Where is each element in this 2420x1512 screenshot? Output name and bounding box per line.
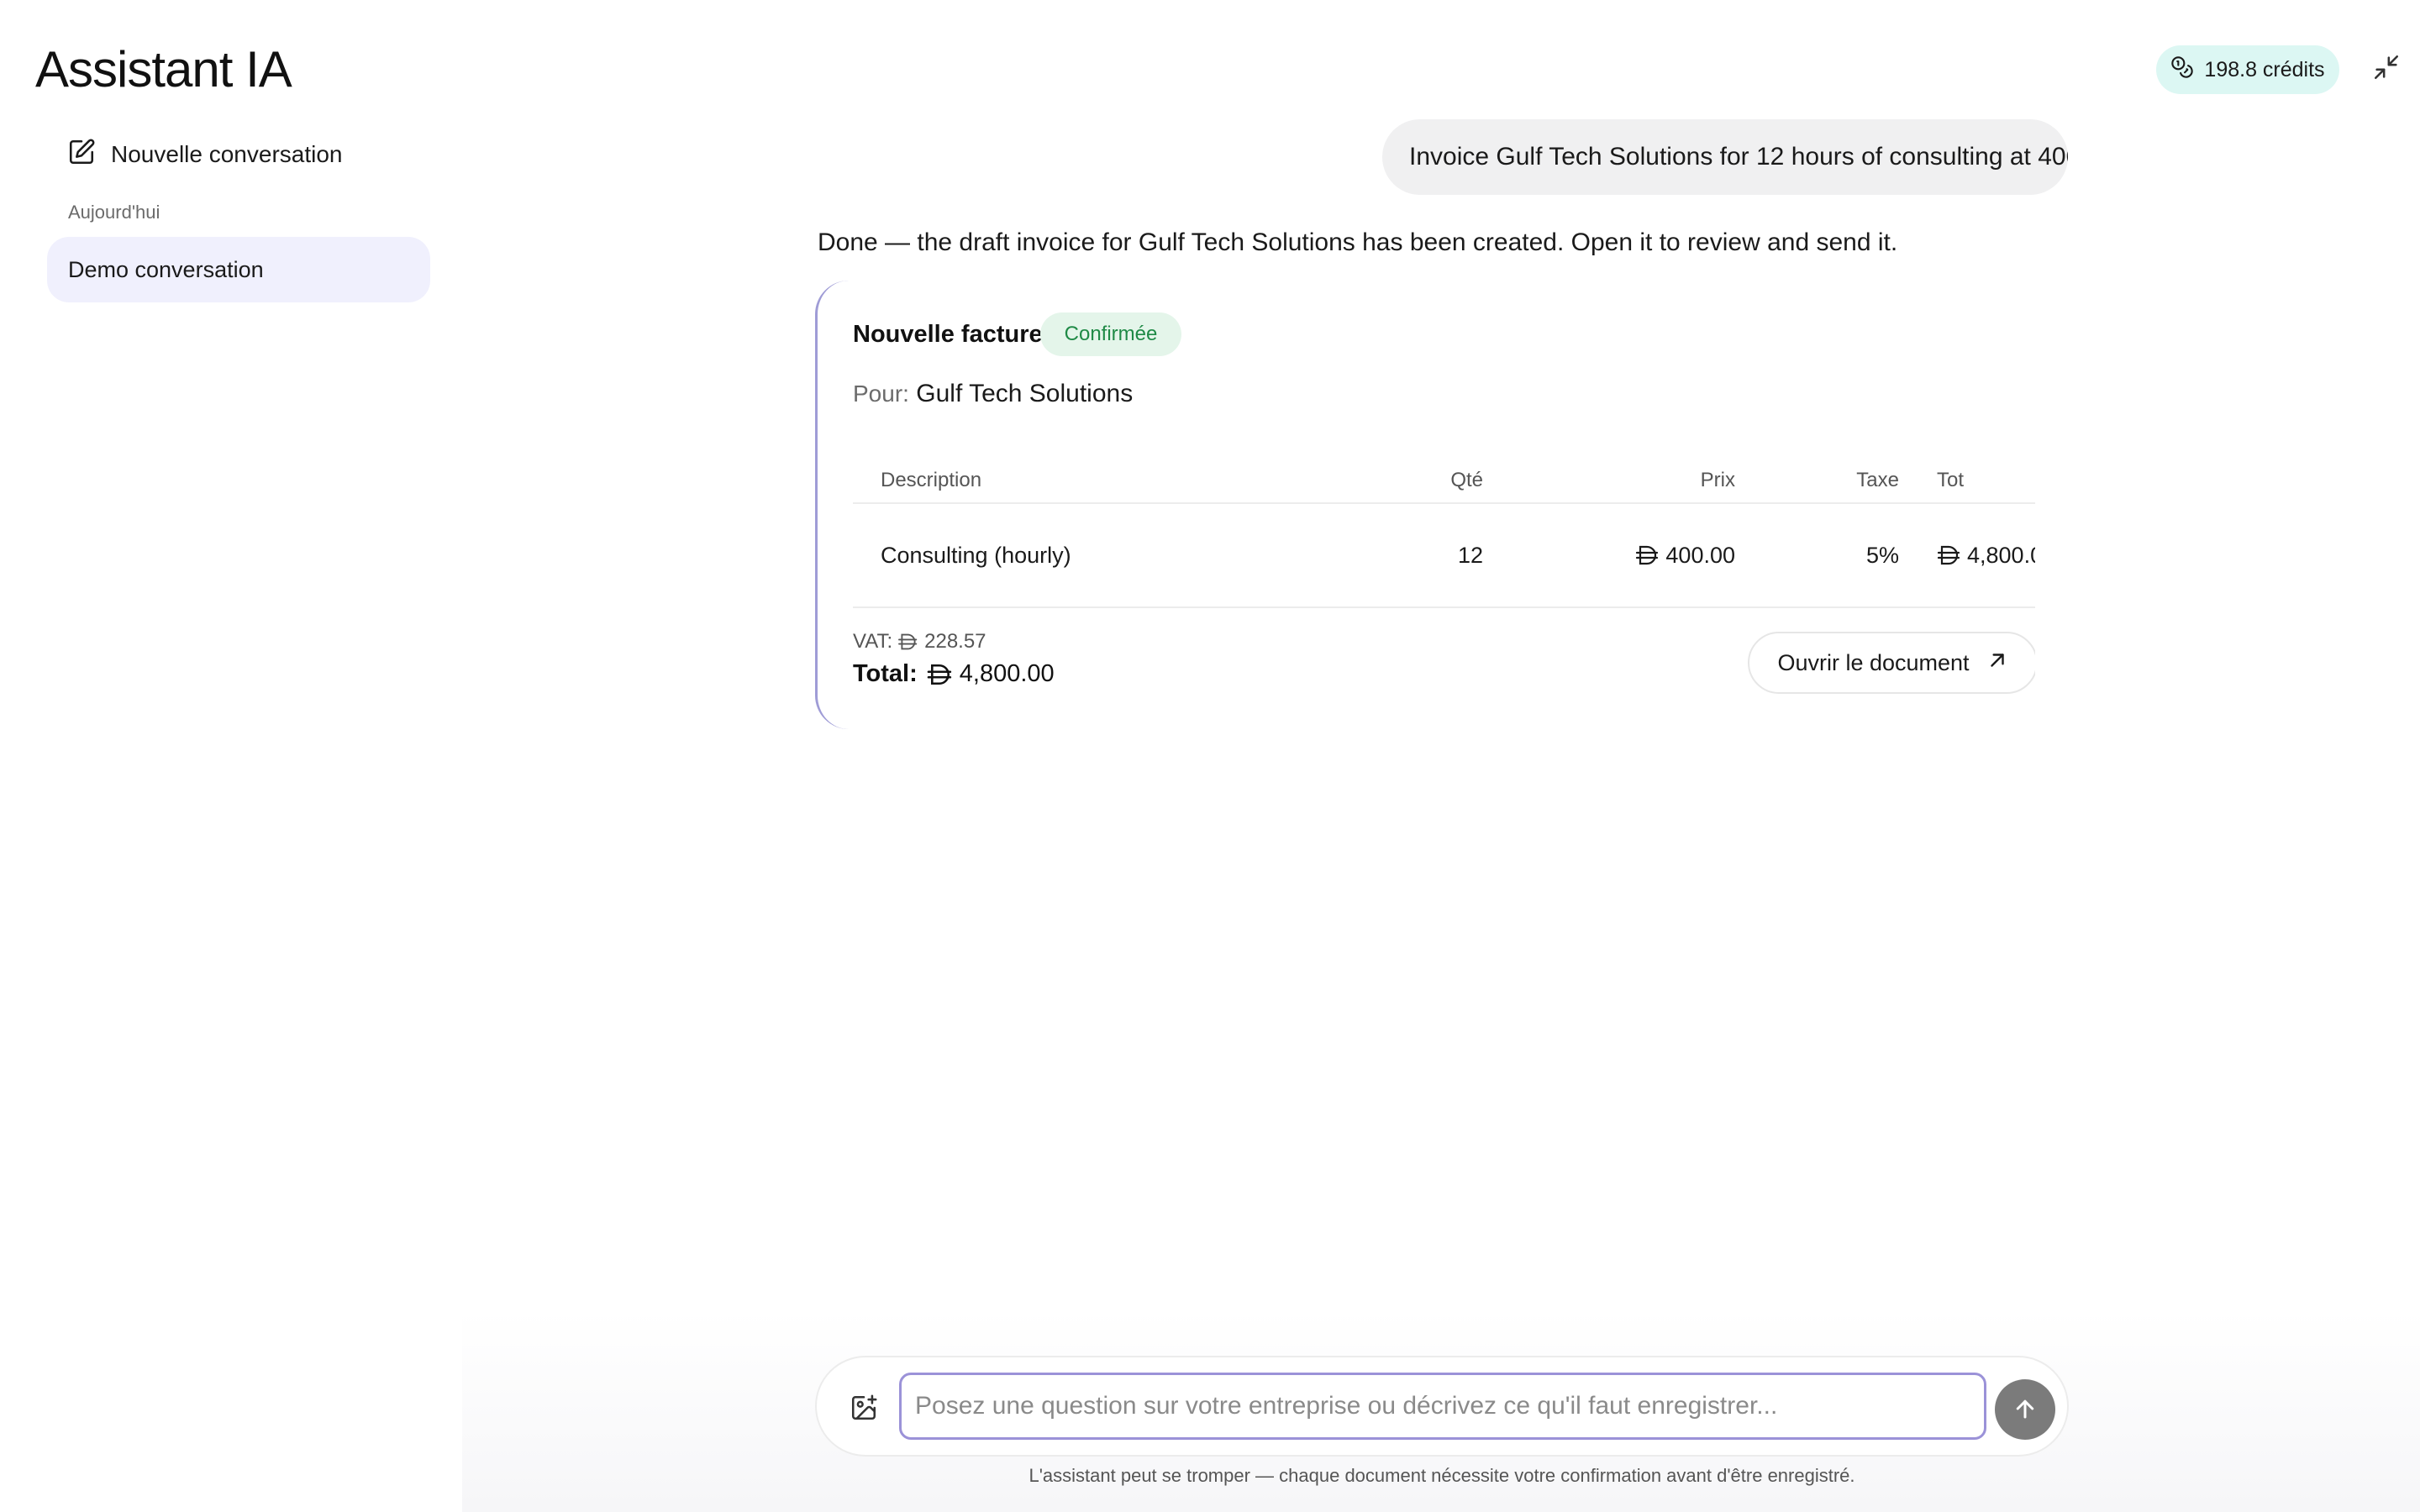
client-name: Gulf Tech Solutions: [916, 380, 1134, 407]
total-line: Total: 4,800.00: [853, 660, 1055, 688]
invoice-client-line: Pour: Gulf Tech Solutions: [853, 380, 1133, 408]
credits-badge[interactable]: 198.8 crédits: [2156, 45, 2339, 94]
vat-label: VAT:: [853, 630, 893, 653]
new-conversation-button[interactable]: Nouvelle conversation: [67, 134, 343, 175]
column-header-total: Tot: [1937, 469, 1965, 491]
dirham-icon: [1937, 544, 1962, 566]
row-price: 400.00: [1525, 504, 1735, 606]
row-tax: 5%: [1865, 542, 1899, 568]
status-badge: Confirmée: [1040, 312, 1181, 356]
image-plus-icon: [850, 1394, 878, 1426]
total-label: Total:: [853, 660, 918, 687]
column-header-description: Description: [881, 469, 982, 491]
message-input[interactable]: [899, 1373, 1986, 1440]
disclaimer: L'assistant peut se tromper — chaque doc…: [1028, 1465, 1855, 1486]
open-document-label: Ouvrir le document: [1777, 649, 1970, 675]
edit-icon: [67, 138, 96, 172]
total-amount: 4,800.00: [921, 660, 1055, 688]
attach-image-button[interactable]: [847, 1393, 881, 1426]
user-message-text: Invoice Gulf Tech Solutions for 12 hours…: [1409, 143, 2068, 171]
sidebar-item-demo-conversation[interactable]: Demo conversation: [47, 237, 430, 302]
row-total: 4,800.0: [1937, 504, 2035, 606]
sidebar-section-today: Aujourd'hui: [68, 202, 160, 223]
row-description: Consulting (hourly): [881, 542, 1071, 568]
column-header-tax: Taxe: [1856, 469, 1899, 491]
assistant-message: Done — the draft invoice for Gulf Tech S…: [818, 228, 1898, 256]
minimize-icon: [2372, 53, 2401, 86]
collapse-button[interactable]: [2370, 52, 2403, 86]
vat-value: 228.57: [924, 630, 986, 653]
app-title: Assistant IA: [35, 41, 292, 97]
column-header-price: Prix: [1700, 469, 1735, 491]
sidebar-item-label: Demo conversation: [68, 256, 264, 282]
row-price-value: 400.00: [1665, 542, 1735, 568]
send-button[interactable]: [1995, 1379, 2055, 1440]
open-document-button[interactable]: Ouvrir le document: [1748, 632, 2035, 694]
dirham-icon: [1635, 544, 1660, 566]
new-conversation-label: Nouvelle conversation: [111, 141, 343, 167]
table-row: Consulting (hourly) 12 400.00 5% 4,800.0: [853, 504, 2035, 608]
vat-line: VAT: 228.57: [853, 630, 986, 654]
arrow-up-right-icon: [1986, 649, 2008, 677]
row-qty: 12: [1457, 542, 1483, 568]
row-total-value: 4,800.0: [1967, 542, 2035, 568]
for-label: Pour:: [853, 381, 909, 407]
dirham-icon: [926, 663, 955, 686]
credits-label: 198.8 crédits: [2204, 57, 2325, 81]
column-header-qty: Qté: [1450, 469, 1483, 491]
table-header: Description Qté Prix Taxe Tot: [853, 457, 2035, 504]
arrow-up-icon: [2012, 1396, 2038, 1424]
invoice-card: Nouvelle facture Confirmée Pour: Gulf Te…: [815, 281, 2035, 729]
total-value: 4,800.00: [959, 660, 1055, 687]
composer: [815, 1356, 2069, 1457]
invoice-title: Nouvelle facture: [853, 321, 1043, 348]
user-message: Invoice Gulf Tech Solutions for 12 hours…: [1382, 119, 2068, 195]
coins-icon: [2170, 55, 2194, 85]
dirham-icon: [897, 633, 919, 651]
